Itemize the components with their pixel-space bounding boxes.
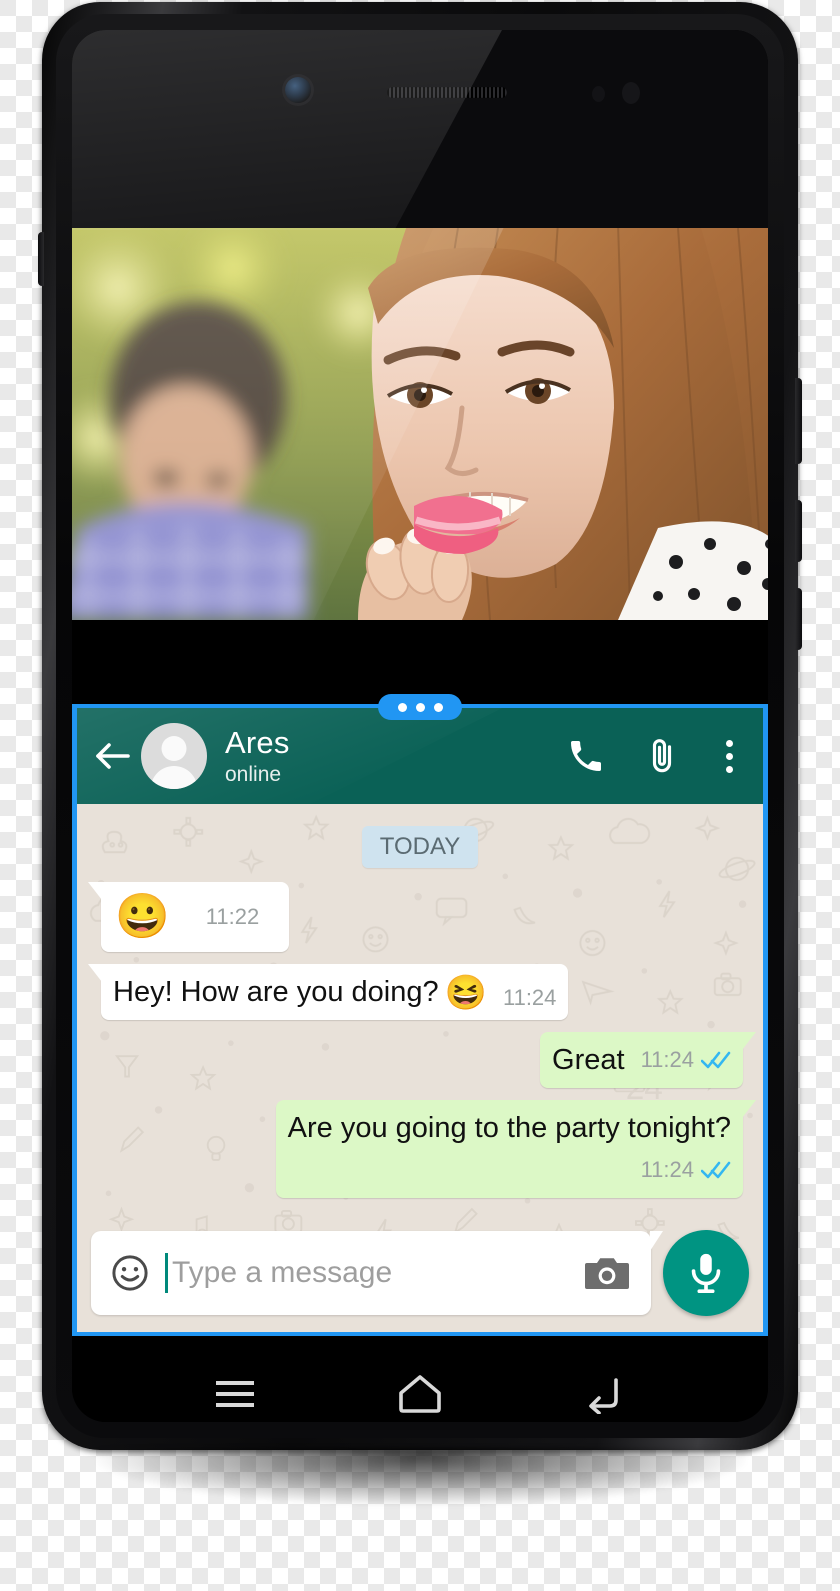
emoji-button[interactable] [109,1252,151,1294]
contact-status: online [225,762,282,786]
microphone-icon [691,1253,721,1294]
message-input-container[interactable]: Type a message [91,1231,651,1315]
message-row: Are you going to the party tonight? 11:2… [91,1100,749,1198]
message-time: 11:24 [502,985,557,1010]
avatar-head-icon [161,736,187,761]
menu-dot [726,739,733,747]
chat-area: 24 TODAY 😀 11:22 Hey! How are you doing?… [77,804,763,1332]
message-time: 11:22 [205,904,260,929]
handle-dot [433,702,443,712]
message-meta: 11:24 [641,1152,731,1188]
message-time: 11:24 [640,1047,694,1072]
overflow-menu-button[interactable] [718,739,741,773]
recents-button[interactable] [198,1361,272,1422]
back-arrow-icon [96,743,130,769]
message-row: 😀 11:22 [91,882,749,952]
top-bezel [72,30,768,228]
volume-up-button[interactable] [795,378,802,464]
message-meta: 11:22 [206,905,259,929]
home-icon [399,1375,441,1413]
phone-frame: Ares online 24 TODAY 😀 11:22 Hey! How ar… [56,14,784,1438]
power-button[interactable] [795,588,802,650]
paperclip-icon [652,739,672,773]
front-camera-icon [285,77,311,103]
handle-dot [397,702,407,712]
message-bubble-outgoing[interactable]: Great 11:24 [540,1032,743,1088]
home-button[interactable] [383,1361,457,1422]
message-text: Great [552,1044,625,1076]
text-cursor [165,1253,168,1293]
message-meta: 11:24 [641,1042,731,1078]
read-receipt-icon [700,1042,731,1078]
panel-drag-handle[interactable] [378,694,462,720]
camera-icon [585,1258,629,1289]
contact-info[interactable]: Ares online [225,724,566,787]
menu-dot [726,765,733,773]
chat-header: Ares online [77,708,763,804]
android-navigation-bar [72,1336,768,1422]
phone-icon [571,741,601,771]
photo-viewer [72,228,768,620]
message-emoji: 😆 [444,974,487,1012]
message-bubble-incoming[interactable]: 😀 11:22 [101,882,289,952]
smiley-icon [112,1255,148,1291]
smartphone-device: Ares online 24 TODAY 😀 11:22 Hey! How ar… [38,2,802,1450]
menu-dot [726,752,733,760]
message-meta: 11:24 [503,986,556,1010]
photo-letterbox [72,620,768,704]
attach-button[interactable] [642,736,682,776]
message-row: Hey! How are you doing? 😆 11:24 [91,964,749,1020]
proximity-sensor-icon [592,86,605,102]
read-receipt-icon [700,1152,731,1188]
left-side-button[interactable] [38,232,44,286]
recent-apps-icon [215,1381,254,1407]
voice-record-button[interactable] [663,1230,749,1316]
phone-screen: Ares online 24 TODAY 😀 11:22 Hey! How ar… [72,30,768,1422]
header-actions [566,736,741,776]
message-bubble-outgoing[interactable]: Are you going to the party tonight? 11:2… [275,1100,743,1198]
call-button[interactable] [566,736,606,776]
camera-button[interactable] [581,1251,633,1295]
contact-name: Ares [225,724,290,760]
contact-avatar[interactable] [141,723,207,789]
avatar-body-icon [150,766,198,789]
back-nav-button[interactable] [568,1361,642,1422]
message-text: Are you going to the party tonight? [287,1112,731,1144]
message-composer: Type a message [77,1230,763,1316]
back-button[interactable] [91,734,135,778]
volume-down-button[interactable] [795,500,802,562]
message-input-placeholder[interactable]: Type a message [172,1256,581,1290]
message-time: 11:24 [640,1157,694,1182]
message-bubble-incoming[interactable]: Hey! How are you doing? 😆 11:24 [101,964,569,1020]
date-divider: TODAY [361,826,479,868]
whatsapp-panel: Ares online 24 TODAY 😀 11:22 Hey! How ar… [72,704,768,1336]
device-shadow [96,1448,746,1506]
back-icon [589,1378,619,1414]
handle-dot [415,702,425,712]
light-sensor-icon [622,82,640,104]
earpiece-speaker-icon [387,87,507,98]
message-text: Hey! How are you doing? [113,976,439,1008]
message-row: Great 11:24 [91,1032,749,1088]
message-emoji: 😀 [115,892,170,941]
